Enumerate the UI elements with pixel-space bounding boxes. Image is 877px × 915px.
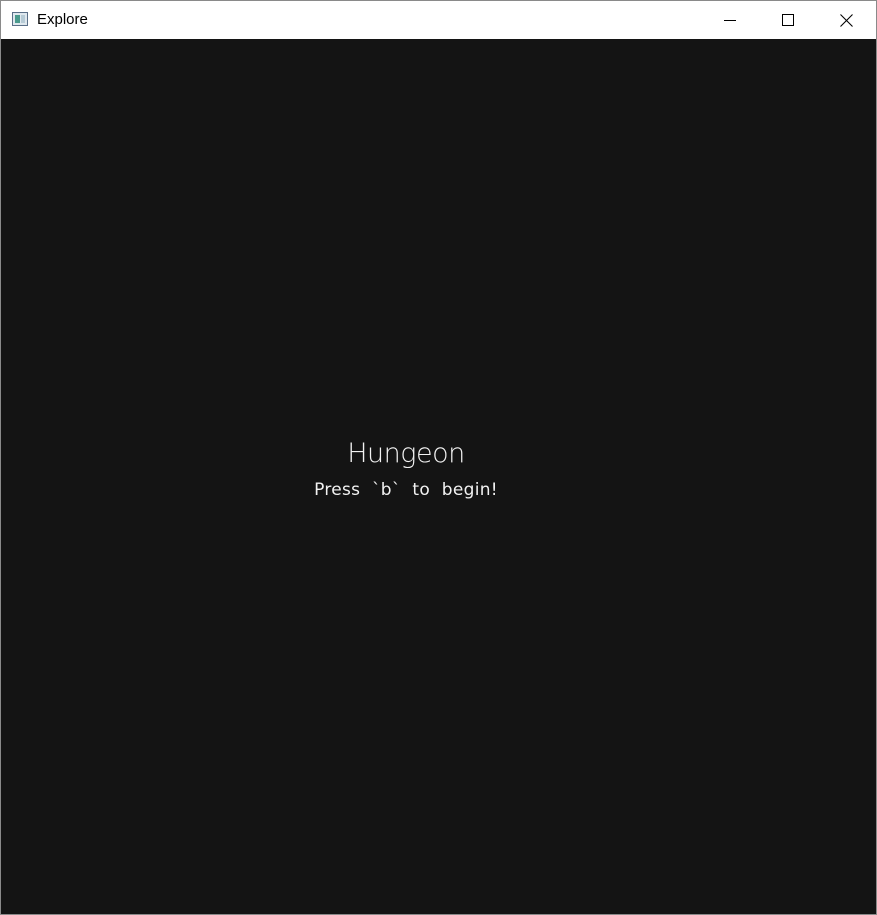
maximize-icon (782, 14, 794, 26)
minimize-icon (724, 20, 736, 21)
game-canvas[interactable]: Hungeon Press `b` to begin! (1, 39, 876, 914)
window-title: Explore (37, 11, 88, 28)
start-prompt: Press `b` to begin! (314, 480, 498, 500)
minimize-button[interactable] (701, 1, 759, 39)
close-icon (840, 14, 853, 27)
app-window: Explore Hungeon Press `b` to begin! (0, 0, 877, 915)
title-bar[interactable]: Explore (1, 1, 876, 40)
close-button[interactable] (817, 1, 875, 39)
maximize-button[interactable] (759, 1, 817, 39)
game-title: Hungeon (347, 438, 465, 469)
app-window-icon[interactable] (12, 12, 28, 26)
